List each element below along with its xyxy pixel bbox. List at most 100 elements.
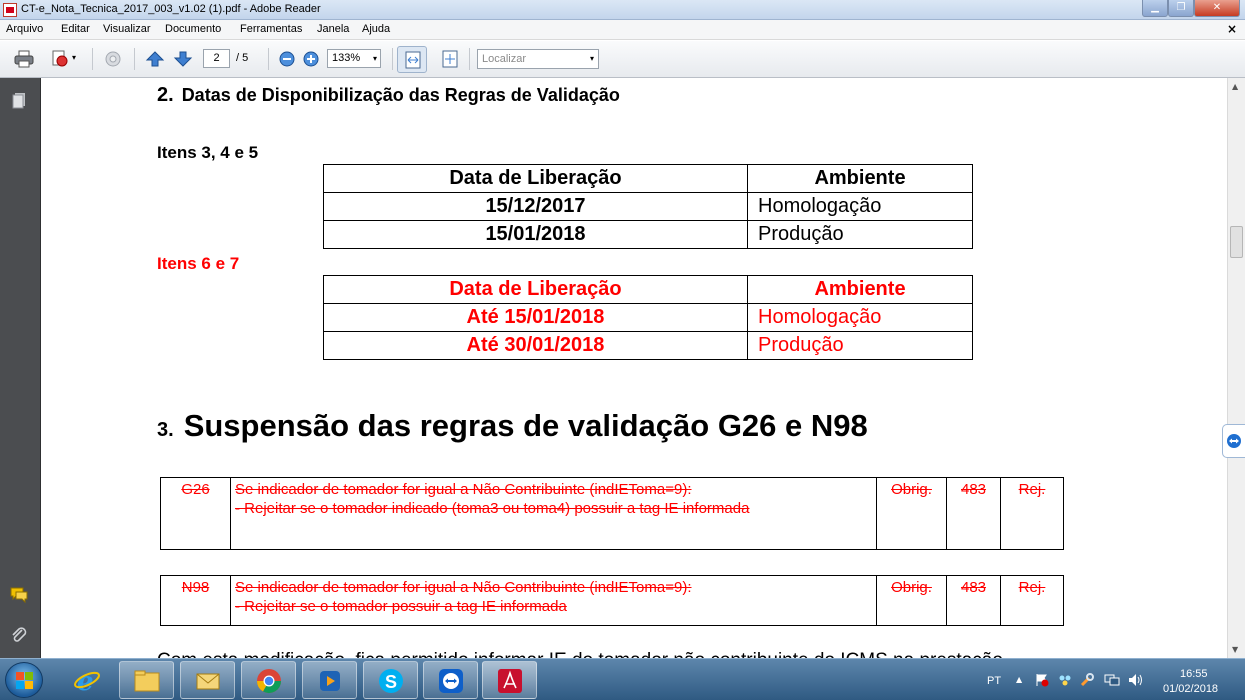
header-ambiente: Ambiente bbox=[747, 164, 973, 193]
close-document-icon[interactable]: × bbox=[1227, 22, 1237, 36]
taskbar-file-explorer[interactable] bbox=[119, 661, 174, 699]
rule-line: Se indicador de tomador for igual a Não … bbox=[235, 481, 692, 498]
table-header-row: Data de Liberação Ambiente bbox=[323, 275, 973, 304]
scroll-down-icon[interactable]: ▼ bbox=[1232, 645, 1238, 654]
toolbar-separator bbox=[469, 48, 470, 70]
environment-cell: Produção bbox=[747, 220, 973, 249]
menu-ferramentas[interactable]: Ferramentas bbox=[240, 23, 302, 35]
environment-cell: Produção bbox=[747, 331, 973, 360]
close-button[interactable]: ✕ bbox=[1194, 0, 1240, 17]
scrollbar-thumb[interactable] bbox=[1230, 226, 1243, 258]
toolbar-separator bbox=[92, 48, 93, 70]
date-cell: 15/12/2017 bbox=[323, 192, 748, 221]
svg-text:e: e bbox=[77, 667, 94, 694]
menu-arquivo[interactable]: Arquivo bbox=[6, 23, 43, 35]
menu-visualizar[interactable]: Visualizar bbox=[103, 23, 151, 35]
print-icon[interactable] bbox=[14, 50, 34, 68]
maximize-button[interactable]: ❐ bbox=[1168, 0, 1194, 17]
create-pdf-dropdown-icon[interactable]: ▾ bbox=[72, 53, 76, 62]
svg-text:S: S bbox=[385, 672, 397, 692]
taskbar-skype[interactable]: S bbox=[363, 661, 418, 699]
next-page-icon[interactable] bbox=[173, 50, 193, 68]
taskbar-internet-explorer[interactable]: e bbox=[60, 661, 115, 699]
folder-icon bbox=[134, 670, 160, 692]
vertical-scrollbar[interactable]: ▲ ▼ bbox=[1227, 78, 1245, 658]
fit-width-icon bbox=[405, 51, 421, 69]
window-title: CT-e_Nota_Tecnica_2017_003_v1.02 (1).pdf… bbox=[21, 3, 321, 15]
rule-obrig: Obrig. bbox=[876, 477, 947, 550]
table-header-row: Data de Liberação Ambiente bbox=[323, 164, 973, 193]
pages-icon[interactable] bbox=[10, 92, 28, 110]
rule-description: Se indicador de tomador for igual a Não … bbox=[230, 575, 877, 626]
section-2-title: Datas de Disponibilização das Regras de … bbox=[181, 85, 620, 105]
zoom-in-icon[interactable] bbox=[302, 50, 322, 68]
show-hidden-icons[interactable]: ▲ bbox=[1016, 675, 1022, 684]
collaborate-icon[interactable] bbox=[103, 50, 123, 68]
teamviewer-taskbar-icon bbox=[439, 669, 463, 693]
rule-line: - Rejeitar se o tomador indicado (toma3 … bbox=[235, 500, 750, 517]
network-sharing-icon[interactable] bbox=[1058, 673, 1072, 687]
teamviewer-panel-tab[interactable] bbox=[1222, 424, 1245, 458]
volume-icon[interactable] bbox=[1128, 673, 1144, 687]
tools-tray-icon[interactable] bbox=[1080, 673, 1094, 687]
start-button[interactable] bbox=[5, 662, 43, 698]
menu-editar[interactable]: Editar bbox=[61, 23, 90, 35]
navigation-panel bbox=[0, 78, 41, 658]
table-row: Até 30/01/2018 Produção bbox=[323, 331, 973, 360]
taskbar-media-player[interactable] bbox=[302, 661, 357, 699]
section-2-heading: 2. Datas de Disponibilização das Regras d… bbox=[157, 84, 620, 107]
section-2-number: 2. bbox=[157, 84, 174, 106]
adobe-reader-icon bbox=[498, 669, 522, 693]
toolbar-separator bbox=[134, 48, 135, 70]
taskbar-mail[interactable] bbox=[180, 661, 235, 699]
zoom-level-value: 133% bbox=[332, 52, 361, 64]
taskbar-adobe-reader[interactable] bbox=[482, 661, 537, 699]
section-3-number: 3. bbox=[157, 419, 174, 441]
skype-icon: S bbox=[379, 669, 403, 693]
windows-logo-icon bbox=[16, 672, 33, 689]
menu-janela[interactable]: Janela bbox=[317, 23, 349, 35]
rule-n98-table: N98 Se indicador de tomador for igual a … bbox=[160, 575, 1064, 626]
rule-line: Se indicador de tomador for igual a Não … bbox=[235, 579, 692, 596]
fit-page-icon[interactable] bbox=[440, 50, 460, 68]
clock-date[interactable]: 01/02/2018 bbox=[1163, 683, 1218, 695]
rule-description: Se indicador de tomador for igual a Não … bbox=[230, 477, 877, 550]
taskbar-chrome[interactable] bbox=[241, 661, 296, 699]
zoom-out-icon[interactable] bbox=[278, 50, 298, 68]
menu-ajuda[interactable]: Ajuda bbox=[362, 23, 390, 35]
network-icon[interactable] bbox=[1104, 673, 1120, 687]
release-dates-table-2: Data de Liberação Ambiente Até 15/01/201… bbox=[323, 275, 973, 360]
attachments-icon[interactable] bbox=[10, 626, 28, 644]
find-input[interactable]: Localizar ▾ bbox=[477, 49, 599, 69]
rule-g26-table: G26 Se indicador de tomador for igual a … bbox=[160, 477, 1064, 550]
adobe-reader-app-icon bbox=[3, 3, 17, 17]
find-placeholder: Localizar bbox=[482, 53, 527, 65]
section-3-title: Suspensão das regras de validação G26 e … bbox=[183, 408, 868, 443]
date-cell: 15/01/2018 bbox=[323, 220, 748, 249]
minimize-button[interactable]: ▁ bbox=[1142, 0, 1168, 17]
table-row: G26 Se indicador de tomador for igual a … bbox=[160, 477, 1064, 550]
zoom-level-select[interactable]: 133% ▾ bbox=[327, 49, 381, 68]
previous-page-icon[interactable] bbox=[145, 50, 165, 68]
mail-icon bbox=[196, 673, 220, 690]
action-center-icon[interactable] bbox=[1035, 673, 1049, 687]
zoom-dropdown-icon: ▾ bbox=[372, 54, 377, 63]
fit-width-button[interactable] bbox=[397, 46, 427, 73]
create-pdf-icon[interactable] bbox=[50, 50, 70, 68]
group-1-label: Itens 3, 4 e 5 bbox=[157, 143, 259, 162]
language-indicator[interactable]: PT bbox=[987, 675, 1001, 687]
page-number-input[interactable]: 2 bbox=[203, 49, 230, 68]
rule-code: N98 bbox=[160, 575, 231, 626]
find-dropdown-icon[interactable]: ▾ bbox=[590, 50, 594, 68]
rule-number: 483 bbox=[946, 575, 1001, 626]
title-bar: CT-e_Nota_Tecnica_2017_003_v1.02 (1).pdf… bbox=[0, 0, 1245, 20]
scroll-up-icon[interactable]: ▲ bbox=[1232, 82, 1238, 91]
clock-time[interactable]: 16:55 bbox=[1180, 668, 1208, 680]
teamviewer-icon bbox=[1227, 434, 1241, 448]
rule-rej: Rej. bbox=[1000, 575, 1064, 626]
menu-documento[interactable]: Documento bbox=[165, 23, 221, 35]
table-row: N98 Se indicador de tomador for igual a … bbox=[160, 575, 1064, 626]
taskbar-teamviewer[interactable] bbox=[423, 661, 478, 699]
comments-icon[interactable] bbox=[10, 586, 28, 604]
internet-explorer-icon: e bbox=[74, 667, 100, 694]
